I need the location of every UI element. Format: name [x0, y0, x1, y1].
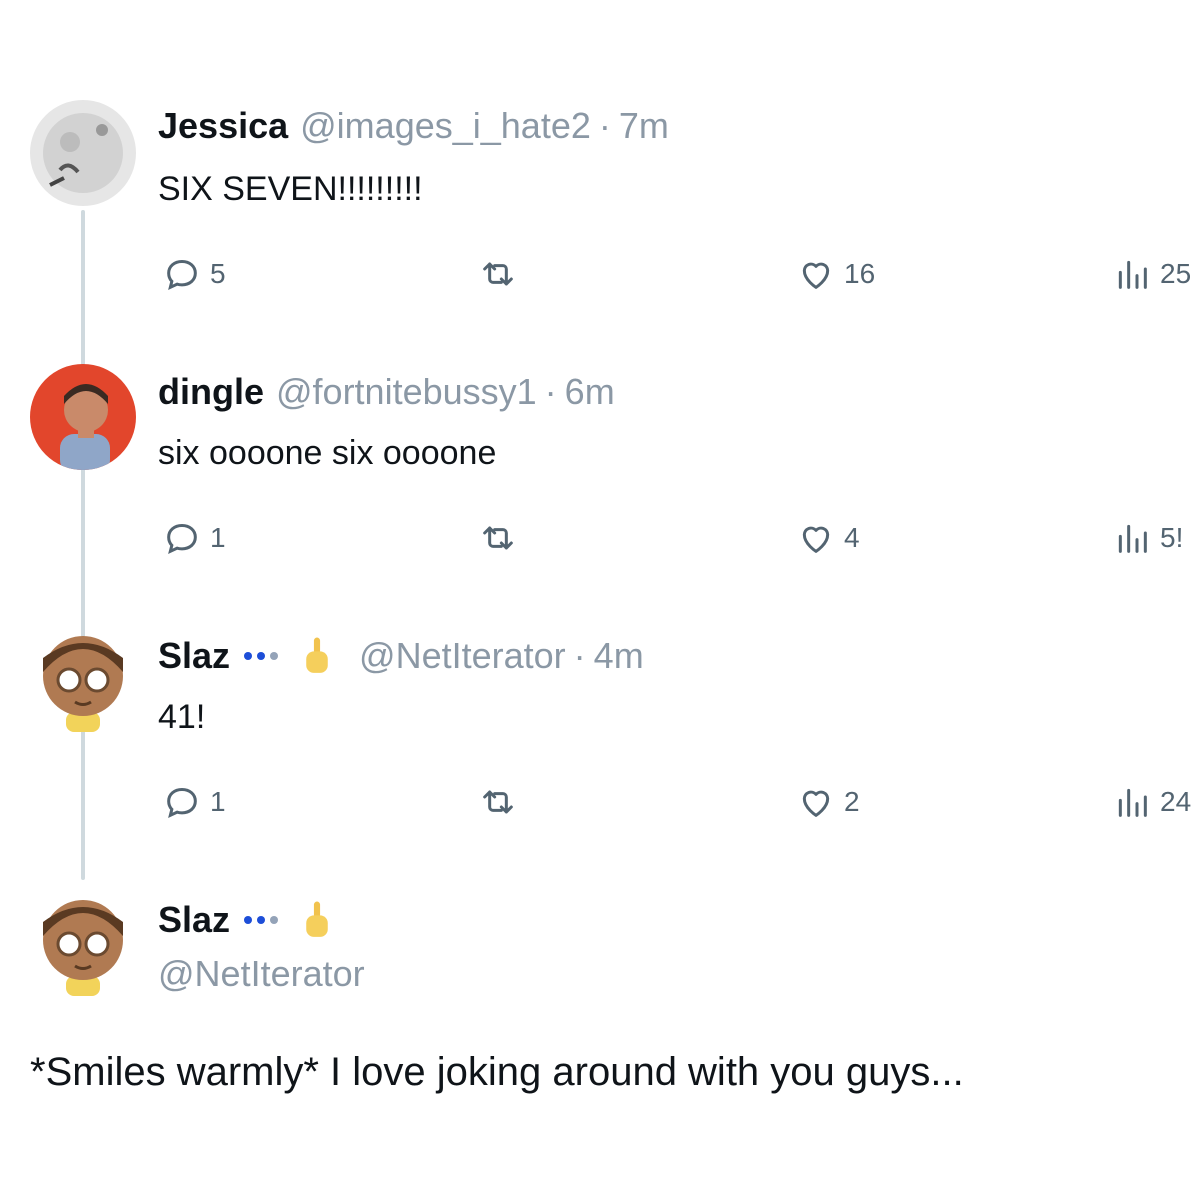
like-count: 4 [844, 522, 860, 553]
tweet-slaz[interactable]: Slaz @NetIterator · 4m 41! 1 2 24 [0, 628, 1200, 828]
display-name[interactable]: Slaz [158, 898, 230, 942]
tweet-dingle[interactable]: dingle @fortnitebussy1 · 6m six oooone s… [0, 364, 1200, 564]
tweet-actions: 1 4 5! [0, 516, 1200, 560]
retweet-icon [483, 526, 513, 550]
separator: · [544, 371, 557, 412]
avatar[interactable] [30, 628, 136, 734]
display-name[interactable]: Slaz [158, 634, 230, 678]
user-handle[interactable]: @NetIterator [158, 952, 365, 996]
reply-icon [167, 523, 197, 555]
badge-dot-icon [257, 652, 266, 660]
tweet-text: 41! [158, 698, 206, 736]
timestamp[interactable]: 7m [619, 104, 669, 148]
badge-dot-icon [244, 652, 253, 660]
views-icon [1118, 524, 1147, 553]
profile-badges [244, 636, 333, 676]
separator: · [598, 105, 611, 146]
reply-icon [167, 259, 197, 291]
views-count: 5! [1160, 522, 1184, 553]
avatar[interactable] [30, 100, 136, 206]
reply-button[interactable]: 1 [162, 516, 226, 560]
retweet-button[interactable] [478, 516, 526, 560]
tweet-text: six oooone six oooone [158, 434, 497, 472]
badge-dot-icon [257, 916, 266, 924]
tweet-header: Jessica @images_i_hate2 · 7m [158, 104, 669, 148]
separator: · [573, 635, 586, 676]
badge-dot-icon [270, 652, 279, 660]
main-tweet[interactable]: Slaz @NetIterator *Smiles warmly* I love… [0, 892, 1200, 1122]
user-handle[interactable]: @NetIterator [359, 634, 566, 678]
like-button[interactable]: 2 [796, 780, 860, 824]
views-button[interactable]: 25 [1112, 252, 1191, 296]
like-icon [802, 262, 830, 289]
like-button[interactable]: 4 [796, 516, 860, 560]
retweet-icon [483, 790, 513, 814]
timestamp[interactable]: 6m [565, 370, 615, 414]
profile-badges [244, 900, 333, 940]
tweet-jessica[interactable]: Jessica @images_i_hate2 · 7m SIX SEVEN!!… [0, 100, 1200, 300]
tweet-header: Slaz @NetIterator · 4m [158, 634, 644, 678]
reply-count: 1 [210, 786, 226, 817]
views-count: 24 [1160, 786, 1192, 817]
pointing-hand-icon [306, 901, 328, 937]
views-button[interactable]: 5! [1112, 516, 1183, 560]
pointing-hand-icon [306, 637, 328, 673]
avatar[interactable] [30, 364, 136, 470]
badge-dot-icon [270, 916, 279, 924]
views-icon [1118, 788, 1147, 817]
views-count: 25 [1160, 258, 1192, 289]
retweet-button[interactable] [478, 252, 526, 296]
reply-button[interactable]: 1 [162, 780, 226, 824]
tweet-header: dingle @fortnitebussy1 · 6m [158, 370, 615, 414]
like-button[interactable]: 16 [796, 252, 875, 296]
reply-icon [167, 787, 197, 819]
like-count: 2 [844, 786, 860, 817]
retweet-icon [483, 262, 513, 286]
reply-count: 1 [210, 522, 226, 553]
avatar[interactable] [30, 892, 136, 998]
reply-count: 5 [210, 258, 226, 289]
tweet-header: Slaz [158, 898, 333, 942]
tweet-actions: 5 16 25 [0, 252, 1200, 296]
like-count: 16 [844, 258, 876, 289]
reply-button[interactable]: 5 [162, 252, 226, 296]
display-name[interactable]: dingle [158, 370, 264, 414]
user-handle[interactable]: @images_i_hate2 [300, 104, 591, 148]
retweet-button[interactable] [478, 780, 526, 824]
badge-dot-icon [244, 916, 253, 924]
like-icon [802, 790, 830, 817]
user-handle[interactable]: @fortnitebussy1 [276, 370, 537, 414]
main-tweet-text: *Smiles warmly* I love joking around wit… [30, 1050, 964, 1094]
timestamp[interactable]: 4m [594, 634, 644, 678]
display-name[interactable]: Jessica [158, 104, 288, 148]
views-icon [1118, 260, 1147, 289]
tweet-text: SIX SEVEN!!!!!!!!! [158, 170, 423, 208]
tweet-actions: 1 2 24 [0, 780, 1200, 824]
like-icon [802, 526, 830, 553]
tweet-subheader: @NetIterator [158, 952, 365, 996]
views-button[interactable]: 24 [1112, 780, 1191, 824]
